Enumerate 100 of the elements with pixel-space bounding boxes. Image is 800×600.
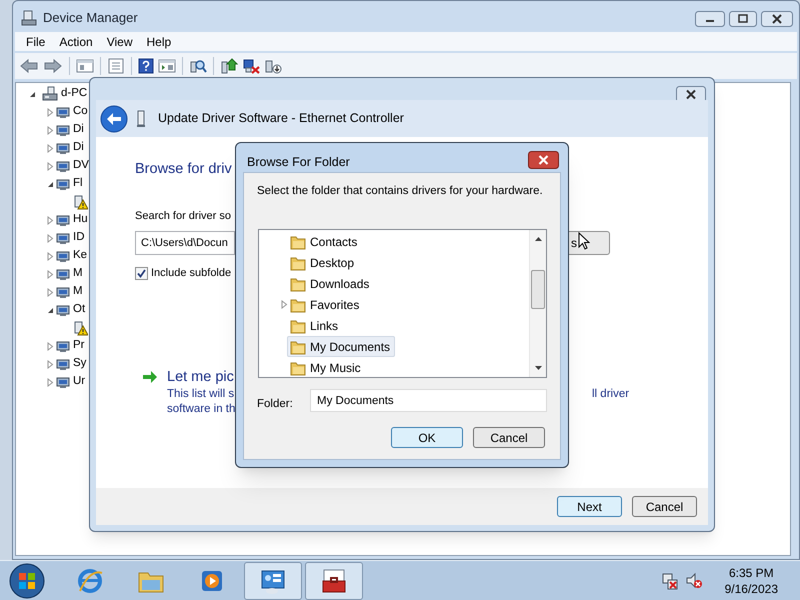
tree-item[interactable]: Di [73,121,84,139]
tree-item[interactable]: DV [73,157,89,175]
folder-item[interactable]: Downloads [287,273,374,294]
console-tree-icon[interactable] [76,58,94,74]
expand-arrow-icon[interactable] [46,234,54,242]
mouse-cursor-icon [578,232,590,250]
field-label: Folder: [257,397,293,412]
folder-icon [290,276,306,292]
back-button[interactable] [100,104,128,132]
expand-arrow-icon[interactable] [46,288,54,296]
folder-icon [290,234,306,250]
start-button[interactable] [8,562,46,600]
warning-device-icon [74,194,88,210]
tree-item[interactable]: Co [73,103,88,121]
folder-item[interactable]: Contacts [287,231,362,252]
device-icon [56,123,70,137]
dialog-button[interactable]: Next [557,496,622,517]
muted-speaker-icon[interactable] [684,572,703,590]
maximize-button[interactable] [729,11,757,27]
folder-field[interactable]: My Documents [310,389,547,412]
device-icon [56,177,70,191]
menu-item[interactable]: Help [140,32,178,50]
taskbar-button[interactable] [244,562,302,600]
action-pane-icon[interactable] [158,58,176,74]
folder-item[interactable]: Favorites [287,294,364,315]
expand-arrow-icon[interactable] [46,378,54,386]
expand-arrow-icon[interactable] [46,108,54,116]
path-field[interactable]: C:\Users\d\Docun [135,231,235,255]
expand-arrow-icon[interactable] [280,300,288,309]
expand-arrow-icon[interactable] [46,144,54,152]
scroll-down-arrow-icon[interactable] [535,366,542,370]
disable-device-icon[interactable] [242,58,260,74]
folder-item[interactable]: My Music [287,357,366,378]
collapse-arrow-icon[interactable] [46,180,54,188]
properties-icon[interactable] [107,58,125,74]
scroll-up-arrow-icon[interactable] [535,237,542,241]
expand-arrow-icon[interactable] [46,270,54,278]
folder-item[interactable]: Desktop [287,252,360,273]
tree-item[interactable]: Pr [73,337,84,355]
tree-item[interactable]: Hu [73,211,88,229]
tree-item[interactable]: Ur [73,373,86,391]
collapse-arrow-icon[interactable] [46,306,54,314]
expand-arrow-icon[interactable] [46,126,54,134]
expand-arrow-icon[interactable] [46,252,54,260]
tree-item[interactable]: Di [73,139,84,157]
dialog-button[interactable]: Cancel [632,496,697,517]
expand-arrow-icon[interactable] [46,216,54,224]
scrollbar[interactable] [529,230,546,377]
arrow-icon [142,369,158,385]
clock[interactable]: 6:35 PM 9/16/2023 [724,564,778,596]
close-button[interactable] [528,151,559,169]
tree-item[interactable]: d-PC [61,85,88,103]
device-icon [56,105,70,119]
update-driver-icon[interactable] [220,58,238,74]
scroll-thumb[interactable] [531,270,545,309]
device-icon [56,375,70,389]
checkbox-label[interactable]: Include subfolde [151,265,232,282]
device-icon [56,285,70,299]
tree-item[interactable]: M [73,265,83,283]
warning-device-icon [74,320,88,336]
dialog-title: Update Driver Software - Ethernet Controller [158,110,404,128]
menu-item[interactable]: View [100,32,140,50]
expand-arrow-icon[interactable] [46,360,54,368]
option-link[interactable]: Let me pic [167,367,234,387]
expand-arrow-icon[interactable] [46,342,54,350]
expand-arrow-icon[interactable] [46,162,54,170]
network-icon[interactable] [660,572,679,590]
scan-hardware-icon[interactable] [189,58,207,74]
close-button[interactable] [761,11,793,27]
minimize-button[interactable] [695,11,725,27]
taskbar-button[interactable] [305,562,363,600]
folder-icon [290,254,306,270]
device-icon [56,339,70,353]
collapse-arrow-icon[interactable] [28,90,36,98]
folder-icon [290,338,306,354]
option-description: This list will s [167,387,234,402]
help-icon[interactable] [138,58,154,74]
menu-item[interactable]: Action [52,32,100,50]
tree-item[interactable]: Fl [73,175,83,193]
network-adapter-icon [136,110,146,128]
folder-item[interactable]: My Documents [287,336,396,357]
tree-item[interactable]: Ke [73,247,88,265]
tree-item[interactable]: Ot [73,301,86,319]
checked-checkbox[interactable] [135,266,148,280]
menu-item[interactable]: File [19,32,52,50]
device-icon [56,231,70,245]
device-icon [56,303,70,317]
tree-item[interactable]: Sy [73,355,86,373]
field-label: Search for driver so [135,209,231,223]
option-description: ll driver [592,387,630,402]
tree-item[interactable]: M [73,283,83,301]
forward-arrow-icon[interactable] [43,58,63,74]
dialog-button[interactable]: Cancel [473,427,545,448]
device-icon [56,249,70,263]
tree-item[interactable]: ID [73,229,84,247]
back-arrow-icon[interactable] [19,58,39,74]
dialog-button[interactable]: OK [391,427,463,448]
folder-item[interactable]: Links [287,315,344,336]
uninstall-device-icon[interactable] [264,58,282,74]
page-heading: Browse for driv [135,160,232,179]
